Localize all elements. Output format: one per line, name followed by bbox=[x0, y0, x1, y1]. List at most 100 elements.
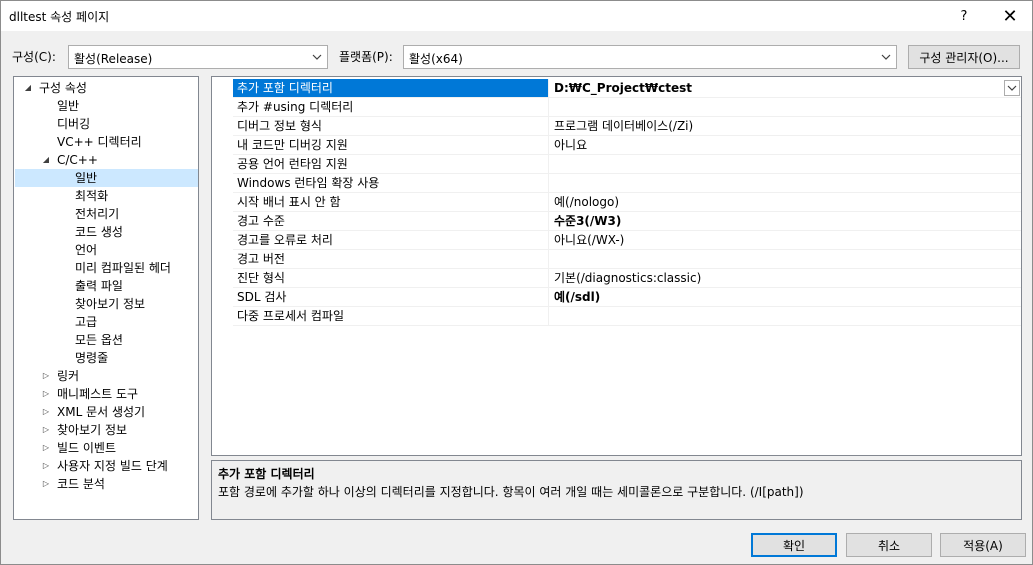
tree-item[interactable]: ▷ XML 문서 생성기 bbox=[15, 403, 198, 421]
property-value[interactable] bbox=[550, 250, 1020, 268]
tree-expanded-icon[interactable]: ◢ bbox=[41, 151, 51, 169]
tree-item-label: 사용자 지정 빌드 단계 bbox=[57, 459, 168, 473]
tree-item[interactable]: ▷ 코드 분석 bbox=[15, 475, 198, 493]
tree-item-label: 언어 bbox=[75, 243, 98, 257]
property-pages-window: dlltest 속성 페이지 ? ✕ 구성(C): 활성(Release) 플랫… bbox=[0, 0, 1033, 565]
property-row[interactable]: Windows 런타임 확장 사용 bbox=[233, 174, 1021, 193]
tree-collapsed-icon[interactable]: ▷ bbox=[41, 421, 51, 439]
tree-item[interactable]: 최적화 bbox=[15, 187, 198, 205]
value-dropdown-button[interactable] bbox=[1004, 80, 1020, 96]
property-row[interactable]: 추가 포함 디렉터리 D:₩C_Project₩ctest bbox=[233, 79, 1021, 98]
property-row[interactable]: 다중 프로세서 컴파일 bbox=[233, 307, 1021, 326]
tree-item[interactable]: 고급 bbox=[15, 313, 198, 331]
tree-item[interactable]: ▷ 찾아보기 정보 bbox=[15, 421, 198, 439]
property-name: 경고를 오류로 처리 bbox=[233, 231, 549, 249]
property-value[interactable]: 기본(/diagnostics:classic) bbox=[550, 269, 1020, 287]
property-row[interactable]: SDL 검사 예(/sdl) bbox=[233, 288, 1021, 307]
property-value[interactable]: D:₩C_Project₩ctest bbox=[550, 79, 1020, 97]
window-title: dlltest 속성 페이지 bbox=[9, 10, 110, 24]
property-value[interactable]: 예(/nologo) bbox=[550, 193, 1020, 211]
property-value[interactable] bbox=[550, 98, 1020, 116]
property-row[interactable]: 디버그 정보 형식 프로그램 데이터베이스(/Zi) bbox=[233, 117, 1021, 136]
property-value[interactable]: 수준3(/W3) bbox=[550, 212, 1020, 230]
tree-item-label: 링커 bbox=[57, 369, 80, 383]
title-bar: dlltest 속성 페이지 ? ✕ bbox=[1, 1, 1032, 31]
property-row[interactable]: 경고 버전 bbox=[233, 250, 1021, 269]
tree-item[interactable]: ▷ 링커 bbox=[15, 367, 198, 385]
tree-item[interactable]: 일반 bbox=[15, 169, 198, 187]
tree-item-label: 미리 컴파일된 헤더 bbox=[75, 261, 171, 275]
property-value[interactable]: 프로그램 데이터베이스(/Zi) bbox=[550, 117, 1020, 135]
configuration-dropdown[interactable]: 활성(Release) bbox=[68, 45, 328, 69]
property-row[interactable]: 추가 #using 디렉터리 bbox=[233, 98, 1021, 117]
chevron-down-icon bbox=[312, 54, 322, 60]
tree-item[interactable]: 디버깅 bbox=[15, 115, 198, 133]
tree-item[interactable]: ▷ 사용자 지정 빌드 단계 bbox=[15, 457, 198, 475]
tree-item[interactable]: VC++ 디렉터리 bbox=[15, 133, 198, 151]
property-name: 경고 버전 bbox=[233, 250, 549, 268]
property-row[interactable]: 경고를 오류로 처리 아니요(/WX-) bbox=[233, 231, 1021, 250]
property-row[interactable]: 시작 배너 표시 안 함 예(/nologo) bbox=[233, 193, 1021, 212]
property-grid[interactable]: 추가 포함 디렉터리 D:₩C_Project₩ctest 추가 #using 디렉… bbox=[211, 76, 1022, 456]
cancel-button[interactable]: 취소 bbox=[846, 533, 932, 557]
property-value[interactable] bbox=[550, 155, 1020, 173]
property-row[interactable]: 공용 언어 런타임 지원 bbox=[233, 155, 1021, 174]
tree-item-label: 코드 분석 bbox=[57, 477, 105, 491]
tree-item[interactable]: 명령줄 bbox=[15, 349, 198, 367]
tree-collapsed-icon[interactable]: ▷ bbox=[41, 385, 51, 403]
tree-collapsed-icon[interactable]: ▷ bbox=[41, 475, 51, 493]
configuration-manager-button[interactable]: 구성 관리자(O)... bbox=[908, 45, 1020, 69]
description-text: 포함 경로에 추가할 하나 이상의 디렉터리를 지정합니다. 항목이 여러 개일… bbox=[218, 485, 804, 499]
tree-item[interactable]: ▷ 빌드 이벤트 bbox=[15, 439, 198, 457]
tree-item-label: 빌드 이벤트 bbox=[57, 441, 117, 455]
property-value[interactable]: 아니요(/WX-) bbox=[550, 231, 1020, 249]
tree-item[interactable]: 출력 파일 bbox=[15, 277, 198, 295]
platform-label: 플랫폼(P): bbox=[339, 50, 393, 64]
configuration-value: 활성(Release) bbox=[74, 52, 153, 66]
tree-collapsed-icon[interactable]: ▷ bbox=[41, 367, 51, 385]
tree-item[interactable]: 코드 생성 bbox=[15, 223, 198, 241]
platform-dropdown[interactable]: 활성(x64) bbox=[403, 45, 897, 69]
tree-item[interactable]: 언어 bbox=[15, 241, 198, 259]
property-row[interactable]: 경고 수준 수준3(/W3) bbox=[233, 212, 1021, 231]
tree-item-label: 최적화 bbox=[75, 189, 109, 203]
tree-expanded-icon[interactable]: ◢ bbox=[23, 79, 33, 97]
property-row[interactable]: 진단 형식 기본(/diagnostics:classic) bbox=[233, 269, 1021, 288]
apply-button[interactable]: 적용(A) bbox=[940, 533, 1026, 557]
tree-collapsed-icon[interactable]: ▷ bbox=[41, 403, 51, 421]
tree-collapsed-icon[interactable]: ▷ bbox=[41, 457, 51, 475]
property-row[interactable]: 내 코드만 디버깅 지원 아니요 bbox=[233, 136, 1021, 155]
property-name: 추가 #using 디렉터리 bbox=[233, 98, 549, 116]
tree-item-label: XML 문서 생성기 bbox=[57, 405, 146, 419]
tree-item[interactable]: ◢ C/C++ bbox=[15, 151, 198, 169]
property-value[interactable] bbox=[550, 174, 1020, 192]
tree-item[interactable]: ◢ 구성 속성 bbox=[15, 79, 198, 97]
tree-item-label: 일반 bbox=[75, 171, 98, 185]
tree-item[interactable]: 일반 bbox=[15, 97, 198, 115]
category-tree[interactable]: ◢ 구성 속성 일반 디버깅 VC++ 디렉터리 ◢ C/C++ 일반 최적화 전처리기 코드 생성… bbox=[13, 76, 199, 520]
tree-item[interactable]: 전처리기 bbox=[15, 205, 198, 223]
tree-item-label: VC++ 디렉터리 bbox=[57, 135, 142, 149]
tree-item-label: 출력 파일 bbox=[75, 279, 123, 293]
tree-item[interactable]: 찾아보기 정보 bbox=[15, 295, 198, 313]
description-title: 추가 포함 디렉터리 bbox=[218, 467, 315, 481]
tree-item-label: 코드 생성 bbox=[75, 225, 123, 239]
property-name: 추가 포함 디렉터리 bbox=[233, 79, 549, 97]
description-panel: 추가 포함 디렉터리 포함 경로에 추가할 하나 이상의 디렉터리를 지정합니다… bbox=[211, 460, 1022, 520]
help-button[interactable]: ? bbox=[942, 1, 986, 31]
tree-item-label: 전처리기 bbox=[75, 207, 120, 221]
ok-button[interactable]: 확인 bbox=[751, 533, 837, 557]
property-name: 시작 배너 표시 안 함 bbox=[233, 193, 549, 211]
property-value[interactable] bbox=[550, 307, 1020, 325]
property-name: SDL 검사 bbox=[233, 288, 549, 306]
close-button[interactable]: ✕ bbox=[988, 1, 1032, 31]
property-name: 다중 프로세서 컴파일 bbox=[233, 307, 549, 325]
tree-item[interactable]: ▷ 매니페스트 도구 bbox=[15, 385, 198, 403]
tree-item[interactable]: 모든 옵션 bbox=[15, 331, 198, 349]
property-value[interactable]: 예(/sdl) bbox=[550, 288, 1020, 306]
tree-collapsed-icon[interactable]: ▷ bbox=[41, 439, 51, 457]
property-value[interactable]: 아니요 bbox=[550, 136, 1020, 154]
tree-item-label: C/C++ bbox=[57, 153, 98, 167]
tree-item[interactable]: 미리 컴파일된 헤더 bbox=[15, 259, 198, 277]
tree-item-label: 찾아보기 정보 bbox=[75, 297, 146, 311]
